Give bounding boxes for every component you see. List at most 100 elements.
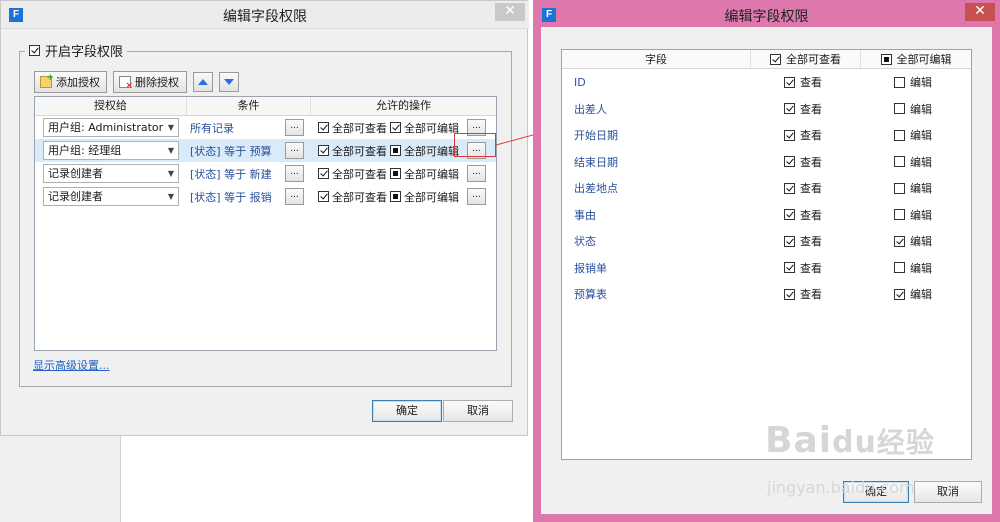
move-down-button[interactable] <box>219 72 239 92</box>
view-option[interactable]: 查看 <box>784 101 822 117</box>
field-row: 报销单 查看 编辑 <box>562 255 971 282</box>
arrow-down-icon <box>224 79 234 85</box>
edit-label: 编辑 <box>910 76 932 90</box>
view-checkbox[interactable] <box>784 103 795 115</box>
edit-all-label: 全部可编辑 <box>896 53 952 66</box>
cancel-button[interactable]: 取消 <box>914 481 982 503</box>
advanced-settings-link[interactable]: 显示高级设置... <box>33 357 110 373</box>
field-name: 结束日期 <box>574 155 618 169</box>
edit-checkbox[interactable] <box>894 156 905 168</box>
grantee-select[interactable]: 用户组: Administrator ▼ <box>43 118 179 137</box>
close-button[interactable]: ✕ <box>965 3 995 21</box>
edit-checkbox[interactable] <box>894 235 905 247</box>
view-option[interactable]: 查看 <box>784 207 822 223</box>
edit-option[interactable]: 编辑 <box>894 207 932 223</box>
edit-option[interactable]: 编辑 <box>894 180 932 196</box>
watermark-brand: Bai <box>765 420 833 461</box>
condition-edit-button[interactable]: ... <box>285 142 304 159</box>
field-permission-dialog-left: F 编辑字段权限 ✕ 开启字段权限 + 添加授权 × 删除授权 授权给 条件 允… <box>0 0 529 436</box>
view-checkbox[interactable] <box>784 182 795 194</box>
background-panel-left <box>0 436 120 522</box>
operations: 全部可查看 全部可编辑 <box>318 120 459 136</box>
view-checkbox[interactable] <box>784 209 795 221</box>
ok-button[interactable]: 确定 <box>372 400 442 422</box>
view-checkbox[interactable] <box>784 262 795 274</box>
add-grant-button[interactable]: + 添加授权 <box>34 71 107 93</box>
edit-checkbox[interactable] <box>894 76 905 88</box>
operations: 全部可查看 全部可编辑 <box>318 143 459 159</box>
cancel-button[interactable]: 取消 <box>443 400 513 422</box>
field-rows: ID 查看 编辑 出差人 查看 编辑 开始日期 查看 编辑 结束日期 查看 编辑 出差地点 查看 编辑 事由查… <box>562 69 971 308</box>
col-header-view-all[interactable]: 全部可查看 <box>751 50 861 68</box>
col-header-condition: 条件 <box>187 97 311 115</box>
view-option[interactable]: 查看 <box>784 74 822 90</box>
close-button[interactable]: ✕ <box>495 3 525 21</box>
view-checkbox[interactable] <box>784 76 795 88</box>
table-row[interactable]: 用户组: Administrator ▼ 所有记录 ... 全部可查看 全部可编辑… <box>35 116 496 139</box>
view-option[interactable]: 查看 <box>784 286 822 302</box>
view-label: 查看 <box>800 261 822 275</box>
field-row: 状态 查看 编辑 <box>562 228 971 255</box>
view-label: 查看 <box>800 288 822 302</box>
view-checkbox[interactable] <box>784 288 795 300</box>
enable-checkbox[interactable] <box>29 44 40 56</box>
edit-all-checkbox[interactable] <box>390 168 401 179</box>
edit-all-checkbox[interactable] <box>390 145 401 156</box>
grantee-select[interactable]: 记录创建者 ▼ <box>43 164 179 183</box>
condition-edit-button[interactable]: ... <box>285 165 304 182</box>
edit-all-checkbox[interactable] <box>390 122 401 133</box>
chevron-down-icon: ▼ <box>167 146 174 155</box>
view-all-checkbox[interactable] <box>318 122 329 133</box>
edit-all-checkbox[interactable] <box>880 53 892 65</box>
view-all-checkbox[interactable] <box>318 145 329 156</box>
edit-checkbox[interactable] <box>894 262 905 274</box>
condition-text: [状态] 等于 报销 <box>190 190 272 204</box>
view-all-checkbox[interactable] <box>318 191 329 202</box>
delete-grant-button[interactable]: × 删除授权 <box>113 71 187 93</box>
edit-option[interactable]: 编辑 <box>894 260 932 276</box>
edit-label: 编辑 <box>910 288 932 302</box>
grantee-select[interactable]: 用户组: 经理组 ▼ <box>43 141 179 160</box>
edit-label: 编辑 <box>910 182 932 196</box>
edit-option[interactable]: 编辑 <box>894 233 932 249</box>
field-row: 预算表 查看 编辑 <box>562 281 971 308</box>
grantee-select[interactable]: 记录创建者 ▼ <box>43 187 179 206</box>
edit-option[interactable]: 编辑 <box>894 286 932 302</box>
view-checkbox[interactable] <box>784 235 795 247</box>
view-option[interactable]: 查看 <box>784 260 822 276</box>
condition-edit-button[interactable]: ... <box>285 119 304 136</box>
field-name: 状态 <box>574 235 596 249</box>
view-option[interactable]: 查看 <box>784 127 822 143</box>
edit-checkbox[interactable] <box>894 129 905 141</box>
edit-option[interactable]: 编辑 <box>894 154 932 170</box>
view-all-checkbox[interactable] <box>770 53 781 65</box>
condition-edit-button[interactable]: ... <box>285 188 304 205</box>
edit-checkbox[interactable] <box>894 103 905 115</box>
move-up-button[interactable] <box>193 72 213 92</box>
dialog-title: 编辑字段权限 <box>223 9 307 25</box>
view-option[interactable]: 查看 <box>784 233 822 249</box>
edit-checkbox[interactable] <box>894 182 905 194</box>
edit-checkbox[interactable] <box>894 288 905 300</box>
table-row[interactable]: 记录创建者 ▼ [状态] 等于 新建 ... 全部可查看 全部可编辑 ... <box>35 162 496 185</box>
view-checkbox[interactable] <box>784 129 795 141</box>
view-option[interactable]: 查看 <box>784 180 822 196</box>
table-row[interactable]: 用户组: 经理组 ▼ [状态] 等于 预算 ... 全部可查看 全部可编辑 ... <box>35 139 496 162</box>
edit-label: 编辑 <box>910 155 932 169</box>
edit-checkbox[interactable] <box>894 209 905 221</box>
edit-option[interactable]: 编辑 <box>894 101 932 117</box>
field-name: 出差人 <box>574 102 607 116</box>
view-option[interactable]: 查看 <box>784 154 822 170</box>
edit-option[interactable]: 编辑 <box>894 74 932 90</box>
view-checkbox[interactable] <box>784 156 795 168</box>
col-header-edit-all[interactable]: 全部可编辑 <box>861 50 971 68</box>
operations-edit-button[interactable]: ... <box>467 188 486 205</box>
edit-all-checkbox[interactable] <box>390 191 401 202</box>
edit-option[interactable]: 编辑 <box>894 127 932 143</box>
background-divider <box>120 436 121 522</box>
enable-permission-toggle[interactable]: 开启字段权限 <box>25 41 128 60</box>
table-row[interactable]: 记录创建者 ▼ [状态] 等于 报销 ... 全部可查看 全部可编辑 ... <box>35 185 496 208</box>
view-all-label: 全部可查看 <box>332 121 387 135</box>
view-all-checkbox[interactable] <box>318 168 329 179</box>
field-row: 开始日期 查看 编辑 <box>562 122 971 149</box>
